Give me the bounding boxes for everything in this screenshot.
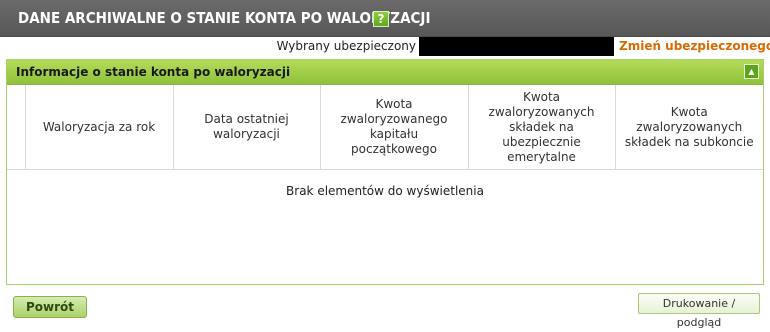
account-info-panel: Informacje o stanie konta po waloryzacji… [6, 59, 764, 285]
insured-name-redacted [419, 37, 614, 56]
panel-title: Informacje o stanie konta po waloryzacji [16, 65, 291, 79]
change-insured-link[interactable]: Zmień ubezpieczonego [619, 39, 770, 53]
insured-label: Wybrany ubezpieczony [276, 39, 416, 53]
panel-header: Informacje o stanie konta po waloryzacji… [7, 60, 763, 85]
column-header-pension-contributions[interactable]: Kwota zwaloryzowanych składek na ubezpie… [468, 85, 616, 170]
insured-bar: Wybrany ubezpieczony Zmień ubezpieczoneg… [0, 37, 770, 56]
table-header-row: Waloryzacja za rok Data ostatniej walory… [7, 85, 763, 170]
help-icon[interactable]: ? [373, 11, 389, 27]
collapse-icon[interactable]: ▲ [744, 64, 759, 79]
column-header-last-date[interactable]: Data ostatniej waloryzacji [173, 85, 321, 170]
valorization-table: Waloryzacja za rok Data ostatniej walory… [7, 85, 763, 170]
empty-table-message: Brak elementów do wyświetlenia [286, 184, 484, 198]
column-header-select [7, 85, 26, 170]
back-button[interactable]: Powrót [13, 296, 87, 318]
column-header-initial-capital[interactable]: Kwota zwaloryzowanego kapitału początkow… [320, 85, 469, 170]
column-header-year[interactable]: Waloryzacja za rok [25, 85, 174, 170]
column-header-subaccount-contributions[interactable]: Kwota zwaloryzowanych składek na subkonc… [615, 85, 763, 170]
print-preview-button[interactable]: Drukowanie / podgląd [638, 293, 760, 329]
page-title: DANE ARCHIWALNE O STANIE KONTA PO WALORY… [18, 9, 431, 27]
page-header: DANE ARCHIWALNE O STANIE KONTA PO WALORY… [0, 0, 770, 37]
